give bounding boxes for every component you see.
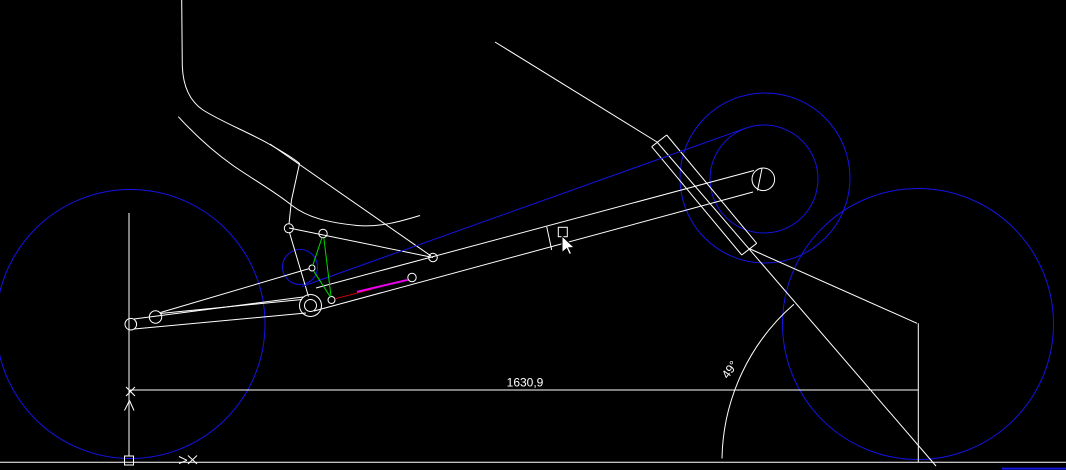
front-wheel-circle [0,190,265,459]
tiller-line [495,42,657,142]
origin-point-square [125,456,134,465]
link-joint-d-circle [309,265,315,271]
seat-joint-b-circle [319,229,327,237]
head-tube-cap-bottom-line [742,243,757,255]
ground-marker-arrow1 [179,457,187,461]
crank-joint-f-circle [328,297,335,304]
tube-segment-joint-line [547,227,552,250]
front-hub-circle [125,318,137,330]
chain-line [302,128,746,286]
seat-pan-curve [178,117,420,226]
rear-hub-cap-chord-line [758,169,763,191]
rear-hub-circle [752,168,775,191]
seat-strut-line [270,144,431,256]
steering-angle-arc [722,304,794,458]
crank-link-green-line-2 [314,271,331,297]
mouse-cursor [562,236,574,255]
cad-application-window: 1630,9 49° [0,0,1066,470]
crank-link-green-line-1 [313,238,322,266]
cad-drawing-canvas[interactable]: 1630,9 49° [0,0,1066,470]
crank-arm-red-line [335,289,372,299]
dim-arrow-chevron2 [130,401,135,411]
pedal-joint-g-circle [408,273,416,281]
seat-post-line [290,233,309,297]
rear-fork-line [749,249,917,324]
cursor-pick-box [558,227,567,236]
main-tube-lower-line [314,192,753,311]
seat-back-curve [182,0,300,224]
main-tube-upper-line [316,171,754,289]
pedal-arm-magenta-line [357,280,408,292]
idler-inner-circle [710,125,818,233]
steering-angle-label: 49° [719,358,741,381]
head-tube-side1-line [652,147,742,255]
wheelbase-dimension-label: 1630,9 [507,376,544,390]
idler-outer-circle [680,93,850,263]
bottom-bracket-inner-circle [305,300,317,312]
